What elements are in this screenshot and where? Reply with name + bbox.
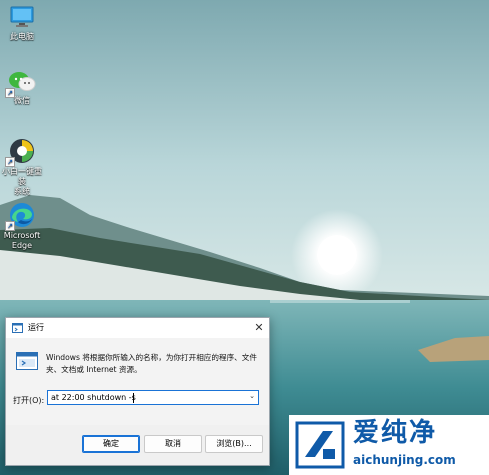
run-dialog: 运行 ✕ Windows 将根据你所输入的名称，为你打开相应的程序、文件夹、文档… [5, 317, 270, 466]
close-icon: ✕ [254, 321, 264, 334]
shortcut-arrow-icon: ↗ [5, 157, 15, 167]
browse-button[interactable]: 浏览(B)... [205, 435, 263, 453]
command-combobox[interactable]: at 22:00 shutdown -s ⌄ [47, 390, 259, 405]
desktop-icon-label: Edge [11, 241, 33, 250]
desktop-icon-label: Microsoft [3, 231, 41, 240]
run-dialog-title: 运行 [28, 323, 44, 332]
desktop-icon-label: 系统 [14, 187, 30, 196]
button-row: 确定 取消 浏览(B)... [6, 425, 269, 465]
command-input[interactable]: at 22:00 shutdown -s [51, 393, 136, 402]
desktop-icon-reinstall-tool[interactable]: ↗ 小白一键重装 系统 [0, 137, 44, 197]
cancel-button[interactable]: 取消 [144, 435, 202, 453]
desktop-icon-wechat[interactable]: ↗ 微信 [0, 70, 44, 106]
computer-icon [10, 6, 34, 27]
desktop-icon-label: 此电脑 [10, 32, 34, 41]
run-dialog-titlebar[interactable]: 运行 ✕ [6, 318, 269, 338]
desktop-icon-edge[interactable]: ↗ Microsoft Edge [0, 201, 44, 251]
shortcut-arrow-icon: ↗ [5, 88, 15, 98]
open-label: 打开(O): [13, 396, 45, 405]
shortcut-arrow-icon: ↗ [5, 221, 15, 231]
text-caret [133, 393, 134, 403]
aichunjing-logo-icon [295, 421, 345, 469]
watermark-title: 爱纯净 [353, 418, 438, 448]
run-description: Windows 将根据你所输入的名称，为你打开相应的程序、文件夹、文档或 Int… [46, 353, 257, 374]
ok-button[interactable]: 确定 [82, 435, 140, 453]
chevron-down-icon[interactable]: ⌄ [249, 392, 255, 400]
desktop-icon-this-pc[interactable]: 此电脑 [0, 4, 44, 42]
run-program-icon [16, 352, 38, 370]
close-button[interactable]: ✕ [249, 318, 269, 338]
desktop-icon-label: 微信 [14, 96, 30, 105]
run-app-icon [12, 323, 23, 333]
desktop-icon-label: 小白一键重装 [2, 167, 42, 186]
watermark-url: aichunjing.com [353, 453, 456, 467]
watermark: 爱纯净 aichunjing.com [289, 415, 489, 475]
